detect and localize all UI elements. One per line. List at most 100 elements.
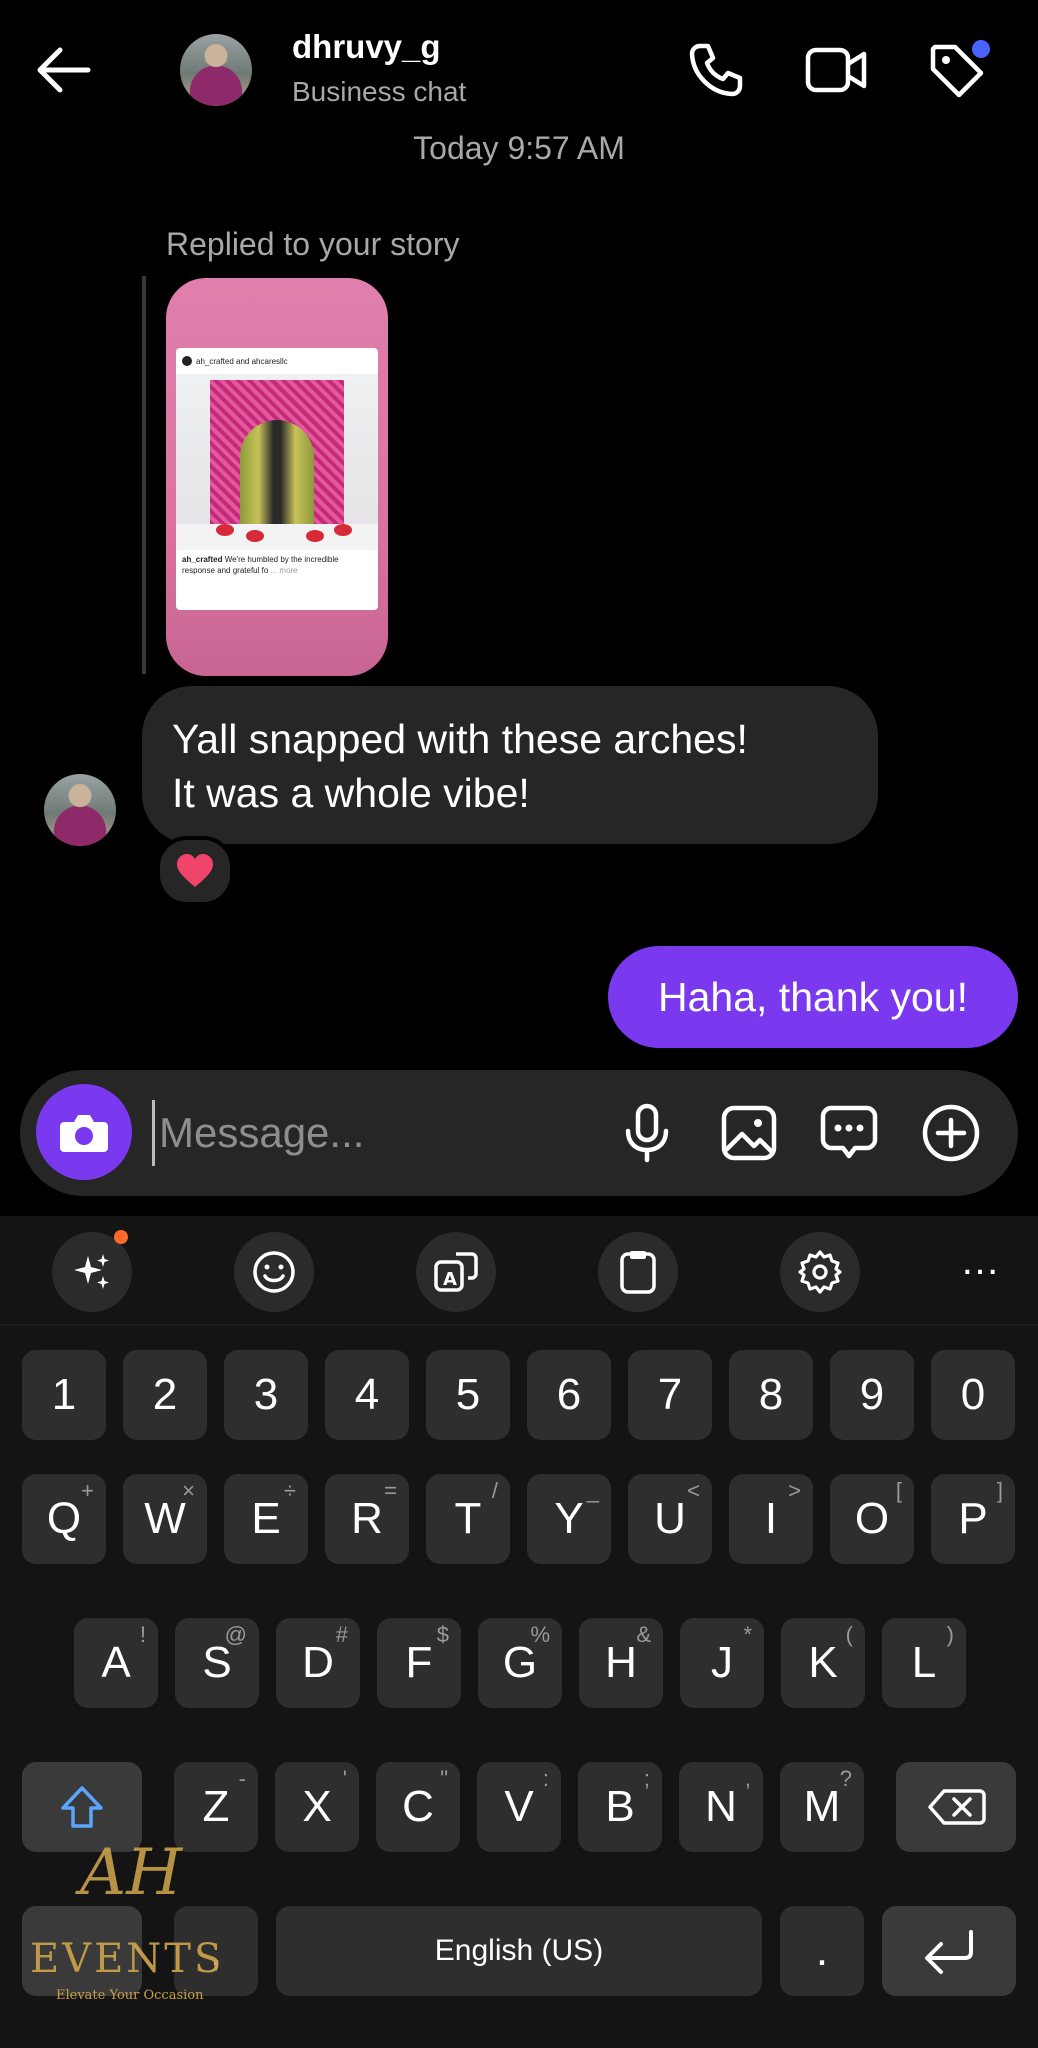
svg-text:A: A: [443, 1269, 457, 1290]
voice-call-button[interactable]: [682, 36, 750, 104]
key-secondary-label: +: [81, 1478, 94, 1503]
key-0[interactable]: 0: [931, 1350, 1015, 1440]
key-label: 7: [657, 1370, 683, 1419]
translate-icon: A: [434, 1252, 478, 1292]
key-secondary-label: >: [788, 1478, 801, 1503]
key-secondary-label: ': [342, 1766, 347, 1791]
key-p[interactable]: P]: [931, 1474, 1015, 1564]
enter-key[interactable]: [882, 1906, 1016, 1996]
key-2[interactable]: 2: [123, 1350, 207, 1440]
key-6[interactable]: 6: [527, 1350, 611, 1440]
key-secondary-label: %: [530, 1622, 550, 1647]
gear-icon: [798, 1250, 842, 1294]
key-label: 9: [859, 1370, 885, 1419]
key-b[interactable]: B;: [578, 1762, 662, 1852]
key-label: A: [101, 1638, 131, 1687]
key-d[interactable]: D #: [276, 1618, 360, 1708]
key-n[interactable]: N,: [679, 1762, 763, 1852]
key-secondary-label: $: [436, 1622, 449, 1647]
replied-to-story-label: Replied to your story: [166, 226, 460, 262]
key-x[interactable]: X ': [275, 1762, 359, 1852]
key-5[interactable]: 5: [426, 1350, 510, 1440]
voice-message-button[interactable]: [612, 1098, 682, 1168]
key-label: U: [654, 1494, 686, 1543]
key-secondary-label: ): [946, 1622, 954, 1647]
key-l[interactable]: L): [882, 1618, 966, 1708]
key-e[interactable]: E ÷: [224, 1474, 308, 1564]
key-a[interactable]: A!: [74, 1618, 158, 1708]
key-9[interactable]: 9: [830, 1350, 914, 1440]
image-icon: [721, 1105, 777, 1161]
key-u[interactable]: U <: [628, 1474, 712, 1564]
shift-arrow-icon: [61, 1786, 103, 1828]
key-secondary-label: ?: [839, 1766, 852, 1791]
key-4[interactable]: 4: [325, 1350, 409, 1440]
back-button[interactable]: [28, 36, 112, 104]
key-v[interactable]: V:: [477, 1762, 561, 1852]
key-j[interactable]: J *: [680, 1618, 764, 1708]
key-label: 5: [455, 1370, 481, 1419]
key-g[interactable]: G%: [478, 1618, 562, 1708]
key-8[interactable]: 8: [729, 1350, 813, 1440]
backspace-key[interactable]: [896, 1762, 1016, 1852]
key-secondary-label: !: [139, 1622, 146, 1647]
key-w[interactable]: W ×: [123, 1474, 207, 1564]
gallery-button[interactable]: [714, 1098, 784, 1168]
backspace-icon: [928, 1789, 986, 1825]
key-h[interactable]: H &: [579, 1618, 663, 1708]
key-r[interactable]: R =: [325, 1474, 409, 1564]
heart-reaction[interactable]: [156, 836, 234, 906]
contact-name[interactable]: dhruvy_g: [292, 28, 441, 66]
space-key[interactable]: English (US): [276, 1906, 762, 1996]
key-o[interactable]: O[: [830, 1474, 914, 1564]
key-s[interactable]: S @: [175, 1618, 259, 1708]
key-y[interactable]: Y _: [527, 1474, 611, 1564]
key-q[interactable]: Q +: [22, 1474, 106, 1564]
phone-icon: [689, 43, 743, 97]
key-label: M: [803, 1782, 841, 1831]
story-preview[interactable]: ah_crafted and ahcaresllc ah_crafted We'…: [166, 278, 388, 676]
key-7[interactable]: 7: [628, 1350, 712, 1440]
key-secondary-label: #: [335, 1622, 348, 1647]
key-f[interactable]: F $: [377, 1618, 461, 1708]
key-k[interactable]: K(: [781, 1618, 865, 1708]
translate-button[interactable]: A: [416, 1232, 496, 1312]
story-photo: [176, 374, 378, 550]
camera-button[interactable]: [36, 1084, 132, 1180]
camera-icon: [60, 1115, 108, 1152]
ai-notification-dot: [114, 1230, 128, 1244]
outgoing-message-bubble[interactable]: Haha, thank you!: [608, 946, 1018, 1048]
key-3[interactable]: 3: [224, 1350, 308, 1440]
sparkle-icon: [74, 1254, 109, 1289]
clipboard-button[interactable]: [598, 1232, 678, 1312]
keyboard-settings-button[interactable]: [780, 1232, 860, 1312]
quick-replies-button[interactable]: [814, 1098, 884, 1168]
account-avatar-icon: [182, 356, 192, 366]
ai-writing-button[interactable]: [52, 1232, 132, 1312]
key-secondary-label: ,: [744, 1766, 751, 1791]
message-input[interactable]: [152, 1100, 601, 1166]
key-label: T: [454, 1494, 482, 1543]
add-more-button[interactable]: [916, 1098, 986, 1168]
key-m[interactable]: M?: [780, 1762, 864, 1852]
contact-avatar[interactable]: [180, 34, 252, 106]
key-label: N: [705, 1782, 737, 1831]
key-secondary-label: *: [743, 1622, 752, 1647]
video-call-button[interactable]: [802, 36, 870, 104]
key-label: Q: [46, 1494, 82, 1543]
incoming-message-bubble[interactable]: Yall snapped with these arches! It was a…: [142, 686, 878, 844]
key-label: F: [405, 1638, 433, 1687]
key-1[interactable]: 1: [22, 1350, 106, 1440]
sender-avatar[interactable]: [44, 774, 116, 846]
key-label: 2: [152, 1370, 178, 1419]
key-label: P: [958, 1494, 988, 1543]
emoji-button[interactable]: [234, 1232, 314, 1312]
period-key[interactable]: .: [780, 1906, 864, 1996]
microphone-icon: [625, 1103, 669, 1163]
chat-type-label: Business chat: [292, 76, 467, 107]
more-options-icon[interactable]: …: [950, 1241, 1010, 1296]
toolbar-divider: [0, 1324, 1038, 1326]
key-i[interactable]: I >: [729, 1474, 813, 1564]
key-t[interactable]: T /: [426, 1474, 510, 1564]
key-c[interactable]: C ": [376, 1762, 460, 1852]
